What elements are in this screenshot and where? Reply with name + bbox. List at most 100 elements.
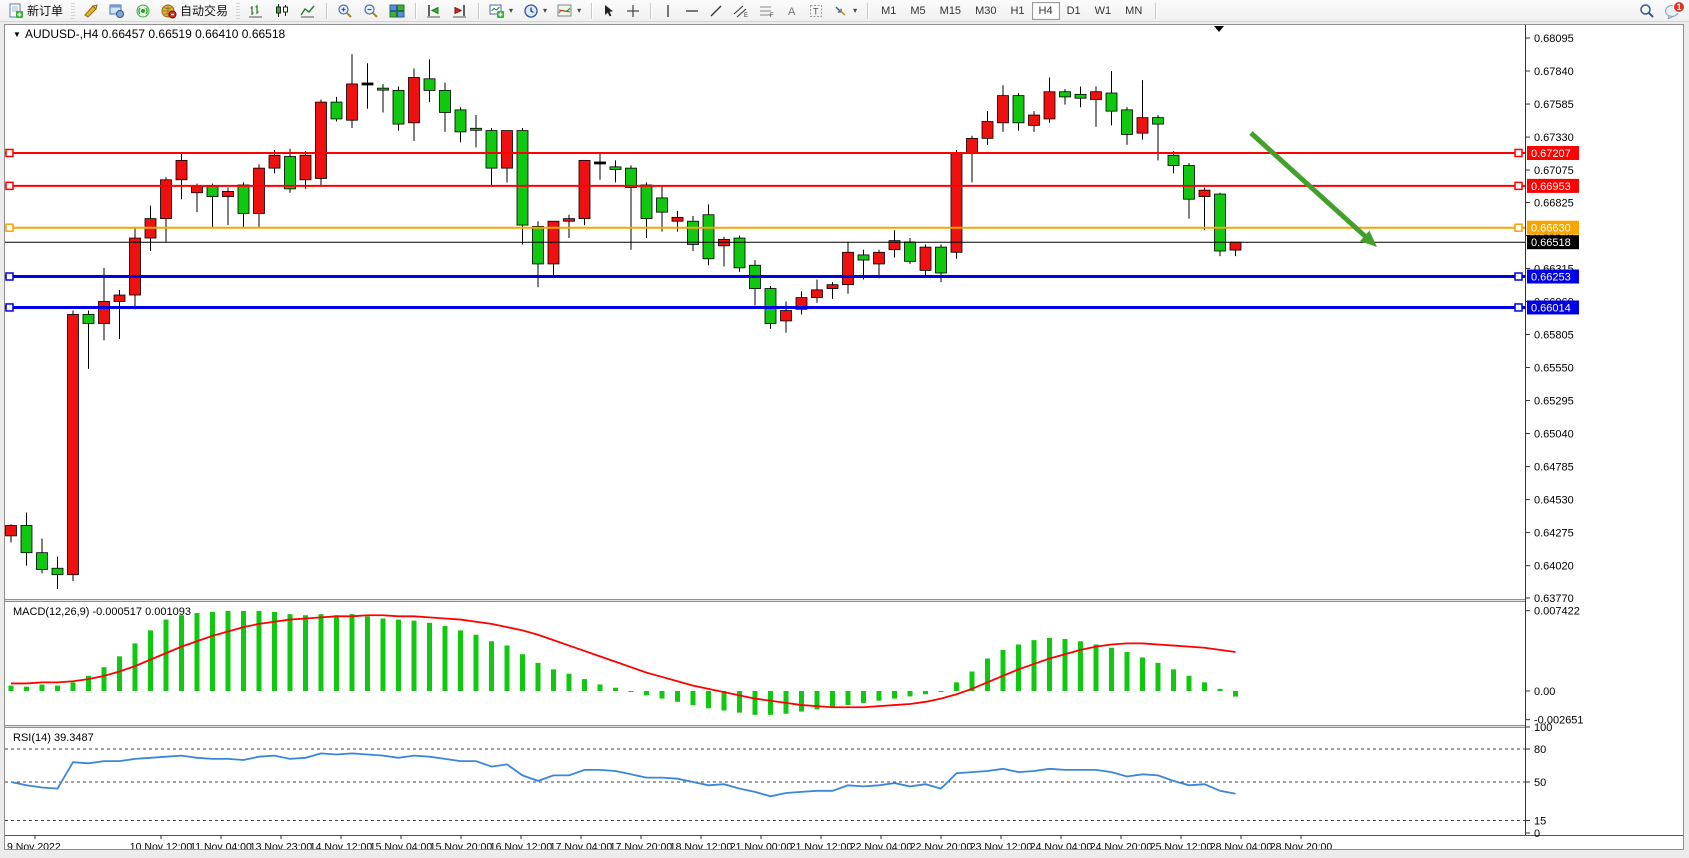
horizontal-line-icon (685, 4, 699, 18)
zoom-in-icon (337, 3, 353, 19)
macd-tick-label: 0.007422 (1534, 606, 1580, 618)
text-icon: A (785, 4, 799, 18)
time-tick-label: 24 Nov 20:00 (1090, 841, 1153, 849)
vline-tool-button[interactable] (657, 1, 679, 21)
timeframe-group: M1M5M15M30H1H4D1W1MN (874, 2, 1149, 20)
text-label-tool-button[interactable]: T (805, 1, 827, 21)
tile-windows-button[interactable] (385, 1, 409, 21)
price-badge-label: 0.66630 (1531, 223, 1571, 235)
zoom-out-button[interactable] (359, 1, 383, 21)
zoom-out-icon (363, 3, 379, 19)
svg-text:A: A (788, 6, 796, 18)
hline-tool-button[interactable] (681, 1, 703, 21)
hline-handle (6, 304, 13, 311)
toolbar-separator (326, 3, 327, 19)
time-tick-label: 22 Nov 20:00 (910, 841, 973, 849)
svg-text:F: F (770, 13, 774, 18)
vertical-line-icon (661, 4, 675, 18)
fibonacci-icon: F (759, 4, 775, 18)
time-tick-label: 15 Nov 20:00 (430, 841, 493, 849)
toolbar-separator (650, 3, 651, 19)
arrows-shapes-icon (833, 4, 849, 18)
market-watch-button[interactable] (105, 1, 129, 21)
signal-icon (135, 3, 151, 19)
hline-handle (6, 273, 13, 280)
marker-tool-button[interactable] (79, 1, 103, 21)
text-tool-button[interactable]: A (781, 1, 803, 21)
macd-tick-label: 0.00 (1534, 686, 1555, 698)
price-tick-label: 0.65295 (1534, 396, 1574, 408)
dropdown-caret: ▾ (509, 6, 513, 15)
time-tick-label: 28 Nov 04:00 (1210, 841, 1273, 849)
new-order-icon (8, 3, 24, 19)
toolbar-separator (591, 3, 592, 19)
rsi-tick-label: 0 (1534, 828, 1540, 840)
shapes-tool-button[interactable]: ▾ (829, 1, 861, 21)
indicators-icon (557, 3, 573, 19)
trendline-tool-button[interactable] (705, 1, 727, 21)
price-badge-label: 0.66253 (1531, 272, 1571, 284)
channel-tool-button[interactable]: E (729, 1, 753, 21)
autotrading-button[interactable]: 自动交易 (157, 1, 232, 21)
hline-handle (1515, 273, 1522, 280)
cursor-tool-button[interactable] (598, 1, 620, 21)
notifications-button[interactable]: 1 (1659, 1, 1685, 21)
crosshair-tool-button[interactable] (622, 1, 644, 21)
auto-scroll-icon (426, 3, 442, 19)
timeframe-h1-button[interactable]: H1 (1003, 2, 1031, 20)
line-chart-mode-button[interactable] (296, 1, 320, 21)
clock-icon (523, 3, 539, 19)
auto-scroll-button[interactable] (422, 1, 446, 21)
price-tick-label: 0.67840 (1534, 66, 1574, 78)
hline-handle (6, 182, 13, 189)
toolbar-grip (71, 3, 75, 19)
zoom-in-button[interactable] (333, 1, 357, 21)
new-chart-button[interactable]: ▾ (485, 1, 517, 21)
timeframe-m15-button[interactable]: M15 (933, 2, 968, 20)
search-button[interactable] (1635, 1, 1659, 21)
timeframe-m1-button[interactable]: M1 (874, 2, 903, 20)
hline-handle (1515, 182, 1522, 189)
toolbar-separator (1155, 3, 1156, 19)
timeframe-m30-button[interactable]: M30 (968, 2, 1003, 20)
chart-shift-icon (452, 3, 468, 19)
price-tick-label: 0.64785 (1534, 462, 1574, 474)
candlestick-mode-button[interactable] (270, 1, 294, 21)
bar-chart-mode-button[interactable] (244, 1, 268, 21)
timeframe-mn-button[interactable]: MN (1118, 2, 1149, 20)
price-tick-label: 0.63770 (1534, 593, 1574, 605)
price-badge-label: 0.66518 (1531, 237, 1571, 249)
rsi-tick-label: 80 (1534, 744, 1546, 756)
period-button[interactable]: ▾ (519, 1, 551, 21)
time-tick-label: 21 Nov 12:00 (790, 841, 853, 849)
new-order-button[interactable]: 新订单 (4, 1, 67, 21)
indicators-button[interactable]: ▾ (553, 1, 585, 21)
cursor-icon (602, 4, 616, 18)
time-tick-label: 28 Nov 20:00 (1270, 841, 1333, 849)
price-tick-label: 0.65805 (1534, 330, 1574, 342)
chart-shift-button[interactable] (448, 1, 472, 21)
time-tick-label: 9 Nov 2022 (7, 841, 61, 849)
chart-title: AUDUSD-,H4 0.66457 0.66519 0.66410 0.665… (25, 27, 286, 41)
price-tick-label: 0.64020 (1534, 561, 1574, 573)
bar-chart-icon (248, 3, 264, 19)
timeframe-w1-button[interactable]: W1 (1088, 2, 1119, 20)
svg-text:T: T (813, 6, 819, 16)
dropdown-caret: ▾ (853, 6, 857, 15)
signals-button[interactable] (131, 1, 155, 21)
price-tick-label: 0.67075 (1534, 165, 1574, 177)
price-tick-label: 0.64275 (1534, 528, 1574, 540)
fibonacci-tool-button[interactable]: F (755, 1, 779, 21)
toolbar-separator (867, 3, 868, 19)
chart-canvas[interactable]: ▼AUDUSD-,H4 0.66457 0.66519 0.66410 0.66… (5, 25, 1683, 849)
price-badge-label: 0.66953 (1531, 181, 1571, 193)
rsi-tick-label: 100 (1534, 722, 1552, 734)
timeframe-d1-button[interactable]: D1 (1060, 2, 1088, 20)
timeframe-h4-button[interactable]: H4 (1032, 2, 1060, 20)
time-tick-label: 22 Nov 04:00 (850, 841, 913, 849)
time-tick-label: 13 Nov 23:00 (250, 841, 313, 849)
timeframe-m5-button[interactable]: M5 (903, 2, 932, 20)
hline-handle (1515, 224, 1522, 231)
market-watch-icon (109, 3, 125, 19)
price-badge-label: 0.67207 (1531, 148, 1571, 160)
